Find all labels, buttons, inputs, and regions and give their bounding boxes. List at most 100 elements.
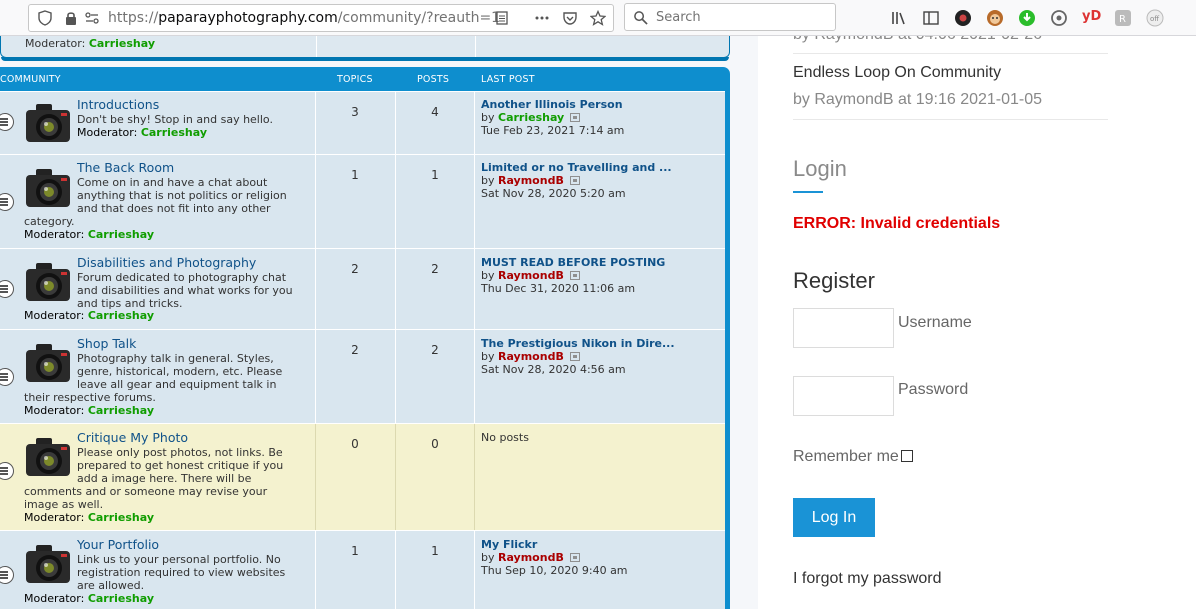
divider bbox=[315, 424, 316, 530]
bookmark-star-icon[interactable] bbox=[590, 10, 606, 26]
camera-icon[interactable] bbox=[24, 436, 72, 480]
shield-icon[interactable] bbox=[37, 10, 53, 26]
camera-icon[interactable] bbox=[24, 167, 72, 211]
forgot-password-link[interactable]: I forgot my password bbox=[793, 570, 942, 588]
pocket-icon[interactable] bbox=[562, 10, 578, 26]
last-post-author[interactable]: RaymondB bbox=[498, 350, 564, 363]
last-post-author[interactable]: RaymondB bbox=[498, 551, 564, 564]
view-latest-post-icon[interactable] bbox=[569, 352, 580, 361]
forum-title[interactable]: Critique My Photo bbox=[77, 430, 188, 445]
view-latest-post-icon[interactable] bbox=[569, 271, 580, 280]
moderator-link[interactable]: Carrieshay bbox=[141, 126, 207, 139]
url-host: paparayphotography.com bbox=[158, 10, 338, 26]
divider bbox=[475, 36, 476, 57]
posts-count: 1 bbox=[431, 168, 439, 182]
forum-read-icon bbox=[0, 113, 14, 131]
remember-me-checkbox[interactable] bbox=[901, 450, 913, 462]
last-post-by: by bbox=[481, 269, 495, 282]
lock-icon[interactable] bbox=[63, 10, 79, 26]
extension-green-icon[interactable] bbox=[1018, 9, 1036, 27]
camera-icon[interactable] bbox=[24, 102, 72, 146]
posts-count: 4 bbox=[431, 105, 439, 119]
divider bbox=[474, 92, 475, 154]
camera-icon[interactable] bbox=[24, 543, 72, 587]
divider bbox=[315, 249, 316, 329]
forum-title[interactable]: Disabilities and Photography bbox=[77, 255, 256, 270]
moderator-link[interactable]: Carrieshay bbox=[88, 592, 154, 605]
register-heading: Register bbox=[793, 268, 875, 293]
forum-title[interactable]: Introductions bbox=[77, 97, 159, 112]
extension-gray-icon[interactable]: R bbox=[1114, 9, 1132, 27]
permissions-icon[interactable] bbox=[84, 10, 100, 26]
moderator-link[interactable]: Carrieshay bbox=[88, 511, 154, 524]
forum-row: Shop Talk Photography talk in general. S… bbox=[0, 329, 725, 423]
password-field[interactable] bbox=[793, 376, 894, 416]
last-post-author-line: by Carrieshay bbox=[481, 111, 581, 124]
table-header: COMMUNITY TOPICS POSTS LAST POST bbox=[0, 67, 730, 91]
sidebar-toggle-icon[interactable] bbox=[922, 9, 940, 27]
last-post-title[interactable]: The Prestigious Nikon in Dire... bbox=[481, 337, 675, 350]
forum-title[interactable]: Shop Talk bbox=[77, 336, 136, 351]
extension-yd-icon[interactable]: yD bbox=[1082, 9, 1101, 24]
moderator-link[interactable]: Carrieshay bbox=[88, 404, 154, 417]
svg-text:off: off bbox=[1150, 15, 1159, 23]
view-latest-post-icon[interactable] bbox=[570, 113, 581, 122]
forum-title[interactable]: The Back Room bbox=[77, 160, 174, 175]
topics-count: 0 bbox=[351, 437, 359, 451]
library-icon[interactable] bbox=[890, 9, 908, 27]
divider bbox=[793, 53, 1108, 54]
extension-record-icon[interactable] bbox=[1050, 9, 1068, 27]
desc-line: their respective forums. bbox=[24, 391, 156, 404]
topics-count: 1 bbox=[351, 168, 359, 182]
divider bbox=[315, 155, 316, 248]
block-bottom-border bbox=[1, 57, 729, 61]
moderator-link[interactable]: Carrieshay bbox=[88, 228, 154, 241]
camera-icon[interactable] bbox=[24, 261, 72, 305]
divider bbox=[315, 92, 316, 154]
moderator-line: Moderator: Carrieshay bbox=[77, 126, 207, 139]
address-bar[interactable]: https://paparayphotography.com/community… bbox=[28, 4, 614, 32]
divider bbox=[474, 424, 475, 530]
moderator-label: Moderator: bbox=[24, 228, 85, 241]
svg-text:R: R bbox=[1119, 14, 1126, 25]
last-post-title[interactable]: MUST READ BEFORE POSTING bbox=[481, 256, 665, 269]
desc-line: image as well. bbox=[24, 498, 104, 511]
last-post-author[interactable]: RaymondB bbox=[498, 269, 564, 282]
last-post-title[interactable]: Limited or no Travelling and ... bbox=[481, 161, 672, 174]
reader-view-icon[interactable] bbox=[494, 10, 510, 26]
recent-post-link[interactable]: Endless Loop On Community bbox=[793, 64, 1001, 82]
desc-line: comments and or someone may revise your bbox=[24, 485, 268, 498]
forum-row: Your Portfolio Link us to your personal … bbox=[0, 530, 725, 609]
more-actions-icon[interactable] bbox=[534, 10, 550, 26]
last-post-author[interactable]: Carrieshay bbox=[498, 111, 564, 124]
desc-line: add a image here. There will be bbox=[77, 472, 252, 485]
moderator-link[interactable]: Carrieshay bbox=[88, 309, 154, 322]
posts-count: 1 bbox=[431, 544, 439, 558]
url-text[interactable]: https://paparayphotography.com/community… bbox=[108, 10, 500, 26]
forum-read-icon bbox=[0, 462, 14, 480]
view-latest-post-icon[interactable] bbox=[569, 553, 580, 562]
forum-read-icon bbox=[0, 280, 14, 298]
last-post-author-line: by RaymondB bbox=[481, 551, 580, 564]
forum-title[interactable]: Your Portfolio bbox=[77, 537, 159, 552]
extension-monkey-icon[interactable] bbox=[986, 9, 1004, 27]
browser-toolbar: https://paparayphotography.com/community… bbox=[0, 0, 1196, 36]
username-field[interactable] bbox=[793, 308, 894, 348]
view-latest-post-icon[interactable] bbox=[569, 176, 580, 185]
forum-description: Don't be shy! Stop in and say hello. bbox=[77, 113, 273, 126]
last-post-title[interactable]: Another Illinois Person bbox=[481, 98, 623, 111]
extension-badge-icon[interactable]: off bbox=[1146, 9, 1164, 27]
moderator-line: Moderator: Carrieshay bbox=[24, 592, 154, 605]
moderator-link[interactable]: Carrieshay bbox=[89, 37, 155, 50]
extension-dark-icon[interactable] bbox=[954, 9, 972, 27]
search-bar[interactable]: Search bbox=[624, 3, 836, 31]
desc-line: Forum dedicated to photography chat bbox=[77, 271, 287, 284]
last-post-title[interactable]: My Flickr bbox=[481, 538, 537, 551]
camera-icon[interactable] bbox=[24, 342, 72, 386]
desc-line: and disabilities and what works for you bbox=[77, 284, 293, 297]
last-post-author[interactable]: RaymondB bbox=[498, 174, 564, 187]
login-button[interactable]: Log In bbox=[793, 498, 875, 537]
heading-underline bbox=[793, 191, 823, 193]
posts-count: 2 bbox=[431, 262, 439, 276]
forum-row: Disabilities and Photography Forum dedic… bbox=[0, 248, 725, 329]
